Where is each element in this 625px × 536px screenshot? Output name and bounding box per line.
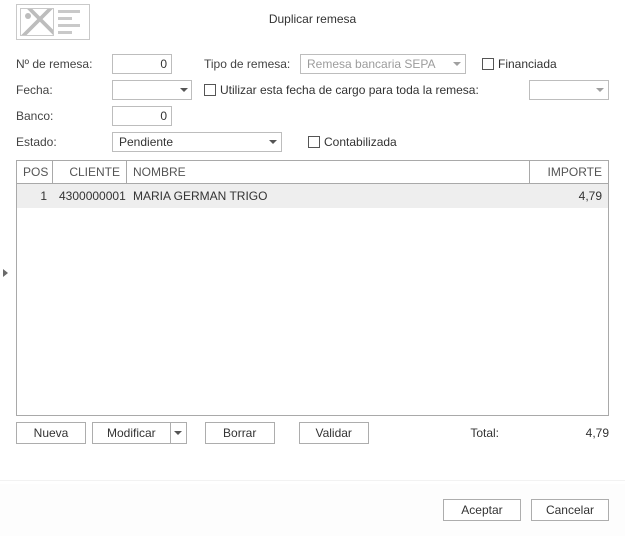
financiada-label: Financiada	[498, 57, 557, 71]
dialog-title: Duplicar remesa	[16, 6, 609, 26]
col-importe-header[interactable]: IMPORTE	[530, 161, 608, 183]
checkbox-box-icon	[204, 84, 216, 96]
financiada-checkbox[interactable]: Financiada	[482, 57, 557, 71]
chevron-down-icon	[592, 81, 608, 99]
cell-pos: 1	[17, 189, 53, 203]
n-remesa-input[interactable]	[112, 54, 172, 74]
estado-label: Estado:	[16, 135, 110, 149]
lines-grid: POS CLIENTE NOMBRE IMPORTE 1 4300000001 …	[16, 160, 609, 416]
cell-importe: 4,79	[530, 189, 608, 203]
tipo-remesa-value: Remesa bancaria SEPA	[307, 57, 436, 71]
tipo-remesa-combo[interactable]: Remesa bancaria SEPA	[300, 54, 466, 74]
checkbox-box-icon	[482, 58, 494, 70]
cancelar-button[interactable]: Cancelar	[531, 499, 609, 521]
col-nombre-header[interactable]: NOMBRE	[127, 161, 530, 183]
modificar-dropdown-button[interactable]	[171, 422, 187, 444]
total-value: 4,79	[549, 426, 609, 440]
fecha-label: Fecha:	[16, 83, 110, 97]
tipo-remesa-label: Tipo de remesa:	[204, 57, 298, 71]
chevron-down-icon	[265, 133, 281, 151]
fecha-cargo-combo[interactable]	[529, 80, 609, 100]
estado-combo[interactable]: Pendiente	[112, 132, 282, 152]
n-remesa-label: Nº de remesa:	[16, 57, 110, 71]
fecha-input[interactable]	[112, 80, 192, 100]
contabilizada-label: Contabilizada	[324, 135, 397, 149]
aceptar-button[interactable]: Aceptar	[443, 499, 521, 521]
grid-header: POS CLIENTE NOMBRE IMPORTE	[17, 161, 608, 184]
grid-body: 1 4300000001 MARIA GERMAN TRIGO 4,79	[17, 184, 608, 415]
table-row[interactable]: 1 4300000001 MARIA GERMAN TRIGO 4,79	[17, 184, 608, 208]
checkbox-box-icon	[308, 136, 320, 148]
placeholder-lines-icon	[58, 8, 80, 36]
chevron-right-icon[interactable]	[0, 266, 10, 280]
contabilizada-checkbox[interactable]: Contabilizada	[308, 135, 397, 149]
col-pos-header[interactable]: POS	[17, 161, 53, 183]
nueva-button[interactable]: Nueva	[16, 422, 86, 444]
usar-fecha-label: Utilizar esta fecha de cargo para toda l…	[220, 83, 479, 97]
usar-fecha-checkbox[interactable]: Utilizar esta fecha de cargo para toda l…	[204, 83, 479, 97]
col-cliente-header[interactable]: CLIENTE	[53, 161, 127, 183]
total-label: Total:	[470, 426, 499, 440]
modificar-button[interactable]: Modificar	[92, 422, 171, 444]
borrar-button[interactable]: Borrar	[205, 422, 275, 444]
estado-value: Pendiente	[119, 135, 173, 149]
chevron-down-icon	[449, 55, 465, 73]
cell-nombre: MARIA GERMAN TRIGO	[127, 189, 530, 203]
placeholder-image-icon	[20, 8, 54, 36]
cell-cliente: 4300000001	[53, 189, 127, 203]
header-image-placeholder	[16, 4, 90, 40]
dialog-footer: Aceptar Cancelar	[0, 484, 625, 536]
banco-input[interactable]	[112, 106, 172, 126]
validar-button[interactable]: Validar	[299, 422, 369, 444]
banco-label: Banco:	[16, 109, 110, 123]
